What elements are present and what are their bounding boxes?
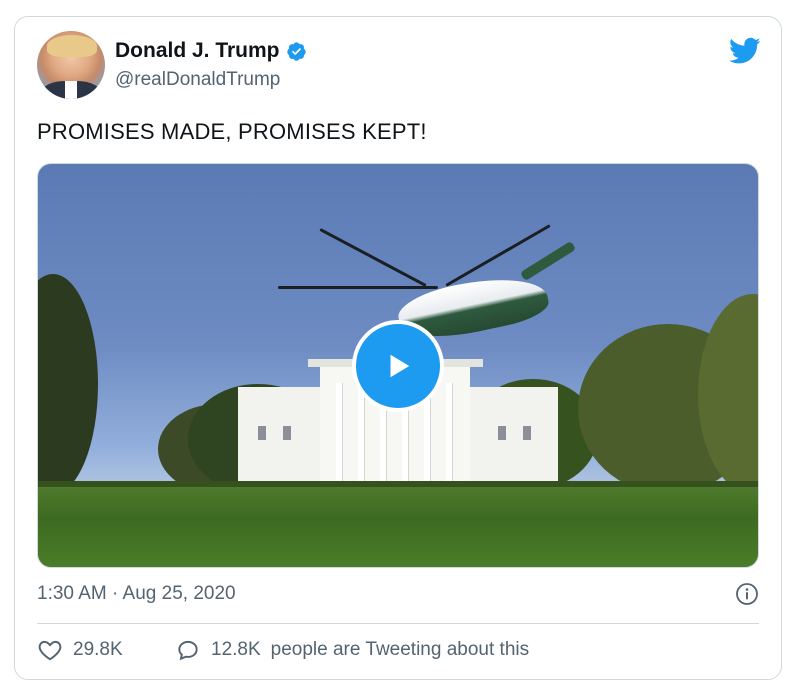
play-button[interactable] xyxy=(352,320,444,412)
like-action[interactable]: 29.8K xyxy=(37,637,123,663)
column xyxy=(336,383,342,483)
tweet-timestamp[interactable]: 1:30 AM · Aug 25, 2020 xyxy=(37,583,236,605)
rotor-blade xyxy=(445,224,551,287)
tweet-text: PROMISES MADE, PROMISES KEPT! xyxy=(37,119,427,144)
tweeting-label: people are Tweeting about this xyxy=(270,639,530,660)
tweet-card[interactable]: Donald J. Trump @realDonaldTrump PROMISE… xyxy=(14,16,782,680)
tree-left xyxy=(38,274,98,494)
avatar-collar xyxy=(65,81,77,99)
helicopter-tail xyxy=(519,240,577,282)
twitter-bird-icon[interactable] xyxy=(729,37,761,65)
heart-icon xyxy=(38,640,62,661)
rotor-blade xyxy=(278,286,438,289)
author-handle[interactable]: @realDonaldTrump xyxy=(115,69,280,91)
column xyxy=(358,383,364,483)
conversation-action[interactable]: 12.8K people are Tweeting about this xyxy=(175,637,529,663)
window xyxy=(523,426,531,440)
video-player[interactable] xyxy=(37,163,759,568)
play-icon xyxy=(390,354,410,378)
author-display-name[interactable]: Donald J. Trump xyxy=(115,39,280,63)
column xyxy=(446,383,452,483)
tweeting-count: 12.8K xyxy=(211,639,261,660)
like-count: 29.8K xyxy=(73,639,123,660)
author-name-row: Donald J. Trump xyxy=(115,39,307,63)
speech-bubble-icon xyxy=(178,640,198,661)
rotor-blade xyxy=(319,228,427,287)
avatar[interactable] xyxy=(37,31,105,99)
window xyxy=(283,426,291,440)
window xyxy=(258,426,266,440)
verified-badge-icon xyxy=(286,41,306,61)
divider xyxy=(37,623,759,624)
lawn xyxy=(38,487,758,567)
info-icon[interactable] xyxy=(735,582,759,606)
window xyxy=(498,426,506,440)
avatar-hair xyxy=(47,35,97,57)
